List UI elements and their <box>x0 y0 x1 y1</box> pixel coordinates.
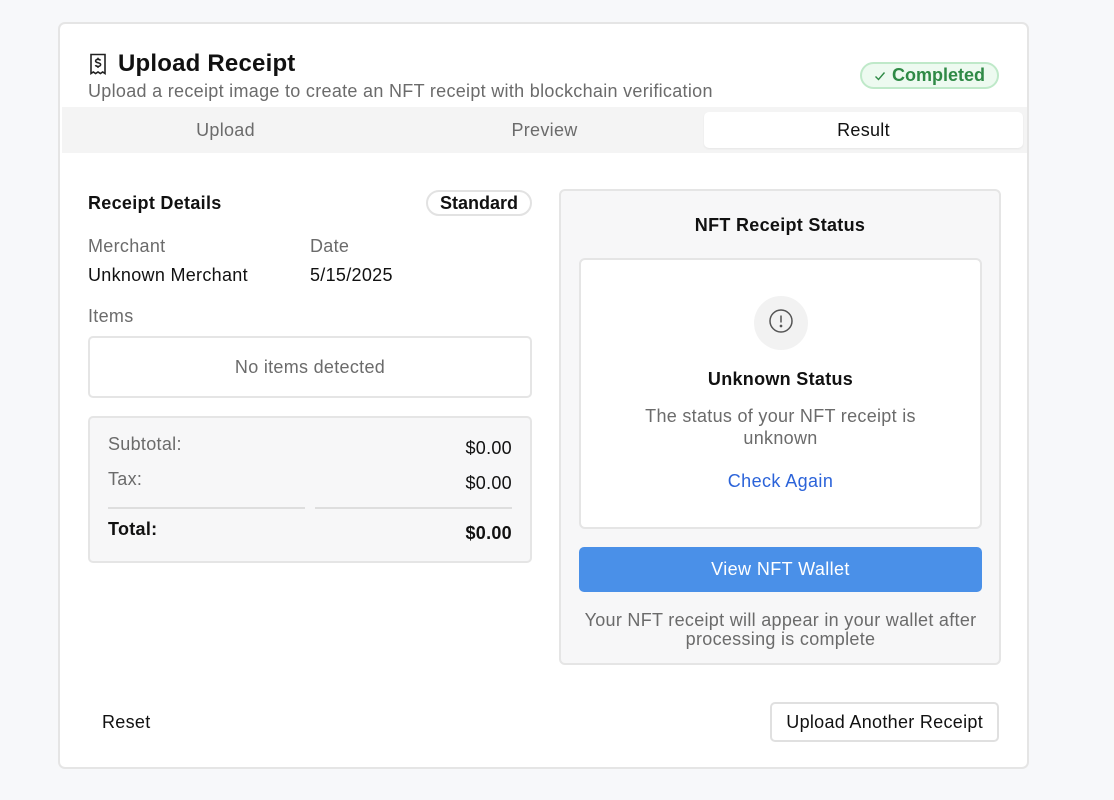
merchant-field: Merchant Unknown Merchant <box>88 236 310 286</box>
tax-row: Tax: $0.00 <box>108 469 512 504</box>
tax-label: Tax: <box>108 469 143 489</box>
tab-preview[interactable]: Preview <box>385 112 704 148</box>
status-icon-circle <box>753 296 808 350</box>
merchant-value: Unknown Merchant <box>88 265 248 285</box>
subtotal-value: $0.00 <box>465 438 512 458</box>
receipt-details-header: Receipt Details Standard <box>88 190 532 216</box>
tab-result[interactable]: Result <box>704 112 1023 148</box>
date-label: Date <box>310 236 350 256</box>
receipt-type-badge: Standard <box>425 190 532 216</box>
card-header: Upload Receipt Upload a receipt image to… <box>88 50 999 101</box>
merchant-label: Merchant <box>88 236 166 256</box>
total-label: Total: <box>108 519 158 539</box>
tax-value: $0.00 <box>465 473 512 493</box>
subtotal-label: Subtotal: <box>108 434 182 454</box>
receipt-dollar-icon <box>88 53 108 75</box>
nft-status-title: NFT Receipt Status <box>694 215 866 235</box>
view-nft-wallet-button[interactable]: View NFT Wallet <box>579 547 982 592</box>
alert-circle-icon <box>768 308 794 339</box>
totals-divider <box>108 507 512 509</box>
date-value: 5/15/2025 <box>310 265 393 285</box>
status-description: The status of your NFT receipt is unknow… <box>645 406 916 448</box>
completed-status-label: Completed <box>891 65 985 85</box>
total-value: $0.00 <box>465 523 512 543</box>
reset-button[interactable]: Reset <box>88 702 165 742</box>
items-label: Items <box>88 306 134 326</box>
totals-box: Subtotal: $0.00 Tax: $0.00 Total: $0.00 <box>88 416 532 563</box>
subtotal-row: Subtotal: $0.00 <box>108 434 512 469</box>
date-field: Date 5/15/2025 <box>310 236 532 286</box>
nft-status-panel: NFT Receipt Status Unknown Status The st… <box>559 189 1001 665</box>
status-name: Unknown Status <box>707 369 854 389</box>
check-again-link[interactable]: Check Again <box>581 471 980 492</box>
upload-receipt-card: Upload Receipt Upload a receipt image to… <box>58 22 1029 769</box>
page-title: Upload Receipt <box>118 50 296 77</box>
wallet-note: Your NFT receipt will appear in your wal… <box>584 610 977 649</box>
completed-status-badge: Completed <box>859 62 999 89</box>
check-icon <box>874 71 886 81</box>
receipt-details-title: Receipt Details <box>88 192 222 213</box>
items-list-empty: No items detected <box>88 336 532 398</box>
receipt-fields: Merchant Unknown Merchant Date 5/15/2025 <box>88 236 532 286</box>
tab-upload[interactable]: Upload <box>66 112 385 148</box>
step-tabs: Upload Preview Result <box>62 107 1027 153</box>
nft-status-box: Unknown Status The status of your NFT re… <box>579 258 982 529</box>
total-row: Total: $0.00 <box>108 519 512 554</box>
upload-another-receipt-button[interactable]: Upload Another Receipt <box>770 702 999 742</box>
receipt-details-panel: Receipt Details Standard Merchant Unknow… <box>88 190 532 563</box>
